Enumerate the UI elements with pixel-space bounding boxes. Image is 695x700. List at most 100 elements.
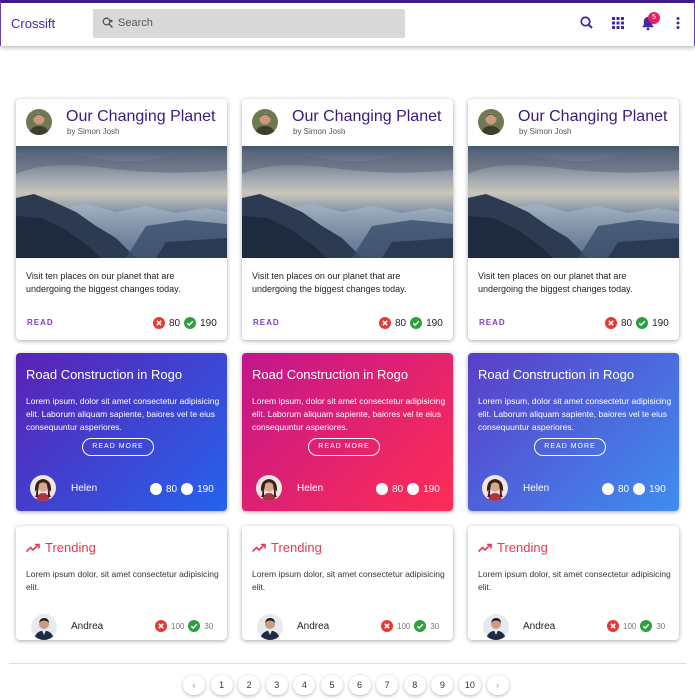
dislike-count: 80: [166, 483, 178, 495]
dislike-icon[interactable]: [153, 317, 165, 329]
search-field[interactable]: Search: [93, 9, 405, 38]
read-button[interactable]: READ: [253, 318, 280, 327]
like-count: 190: [423, 483, 440, 495]
user-avatar[interactable]: [30, 475, 56, 501]
dislike-icon[interactable]: [607, 620, 619, 632]
landscape-image: [16, 146, 227, 258]
like-icon[interactable]: [636, 317, 648, 329]
like-icon[interactable]: [640, 620, 652, 632]
reaction-stats: 80 190: [602, 483, 670, 495]
like-count: 190: [197, 483, 214, 495]
card-author: by Simon Josh: [67, 127, 120, 136]
trending-header: Trending: [478, 540, 548, 555]
next-page-button[interactable]: ›: [486, 675, 509, 695]
user-name: Helen: [297, 483, 324, 494]
author-avatar[interactable]: [252, 109, 278, 135]
user-avatar[interactable]: [483, 614, 509, 640]
like-count: 190: [649, 483, 666, 495]
read-more-button[interactable]: READ MORE: [308, 438, 380, 456]
card-title: Our Changing Planet: [292, 108, 442, 125]
user-name: Andrea: [297, 621, 330, 632]
search-placeholder: Search: [118, 17, 153, 29]
card-title: Road Construction in Rogo: [478, 367, 635, 382]
card-description: Lorem ipsum dolor, sit amet consectetur …: [26, 569, 219, 592]
card-title: Our Changing Planet: [518, 108, 668, 125]
like-icon[interactable]: [184, 317, 196, 329]
trending-label: Trending: [497, 540, 548, 555]
dislike-icon[interactable]: [602, 483, 614, 495]
reaction-stats: 100 30: [155, 620, 217, 632]
page-button-1[interactable]: 1: [210, 675, 233, 695]
user-avatar[interactable]: [31, 614, 57, 640]
pagination: ‹ 1 2 3 4 5 6 7 8 9 10 ›: [183, 675, 514, 695]
page-button-7[interactable]: 7: [376, 675, 399, 695]
card-description: Lorem ipsum, dolor sit amet consectetur …: [252, 396, 446, 432]
user-avatar[interactable]: [257, 614, 283, 640]
notification-count-badge: 5: [648, 12, 660, 24]
dislike-icon[interactable]: [379, 317, 391, 329]
like-icon[interactable]: [407, 483, 419, 495]
landscape-image: [242, 146, 453, 258]
like-icon[interactable]: [633, 483, 645, 495]
reaction-stats: 100 30: [381, 620, 443, 632]
more-vert-icon[interactable]: [669, 14, 687, 32]
dislike-count: 80: [621, 317, 633, 329]
author-avatar[interactable]: [478, 109, 504, 135]
dislike-count: 80: [392, 483, 404, 495]
read-more-button[interactable]: READ MORE: [534, 438, 606, 456]
prev-page-button[interactable]: ‹: [183, 675, 205, 695]
reaction-stats: 80 190: [605, 317, 673, 329]
trending-label: Trending: [271, 540, 322, 555]
dislike-icon[interactable]: [605, 317, 617, 329]
page-button-3[interactable]: 3: [265, 675, 288, 695]
read-button[interactable]: READ: [27, 318, 54, 327]
like-icon[interactable]: [414, 620, 426, 632]
gradient-card: Road Construction in Rogo Lorem ipsum, d…: [468, 353, 679, 511]
photo-card: Our Changing Planet by Simon Josh Visit …: [242, 99, 453, 340]
like-icon[interactable]: [410, 317, 422, 329]
page-button-9[interactable]: 9: [431, 675, 454, 695]
author-avatar[interactable]: [26, 109, 52, 135]
dislike-icon[interactable]: [150, 483, 162, 495]
like-count: 190: [652, 317, 669, 329]
page-button-6[interactable]: 6: [348, 675, 371, 695]
card-description: Visit ten places on our planet that are …: [26, 271, 181, 294]
app-logo[interactable]: Crossift: [11, 16, 55, 31]
card-author: by Simon Josh: [293, 127, 346, 136]
page-button-4[interactable]: 4: [293, 675, 316, 695]
card-title: Our Changing Planet: [66, 108, 216, 125]
page-button-2[interactable]: 2: [238, 675, 261, 695]
app-bar: Crossift Search 5: [0, 0, 695, 46]
reaction-stats: 80 190: [150, 483, 218, 495]
trending-card: Trending Lorem ipsum dolor, sit amet con…: [468, 526, 679, 640]
reaction-stats: 80 190: [379, 317, 447, 329]
dislike-icon[interactable]: [381, 620, 393, 632]
read-more-button[interactable]: READ MORE: [82, 438, 154, 456]
gradient-card: Road Construction in Rogo Lorem ipsum, d…: [16, 353, 227, 511]
like-icon[interactable]: [181, 483, 193, 495]
dislike-icon[interactable]: [155, 620, 167, 632]
search-icon[interactable]: [578, 14, 596, 32]
dislike-icon[interactable]: [376, 483, 388, 495]
dislike-count: 100: [623, 621, 637, 631]
trending-up-icon: [478, 543, 492, 552]
page-button-5[interactable]: 5: [320, 675, 343, 695]
dislike-count: 100: [397, 621, 411, 631]
card-description: Visit ten places on our planet that are …: [252, 271, 407, 294]
read-button[interactable]: READ: [479, 318, 506, 327]
apps-grid-icon[interactable]: [609, 14, 627, 32]
card-title: Road Construction in Rogo: [26, 367, 183, 382]
user-avatar[interactable]: [482, 475, 508, 501]
dislike-count: 80: [395, 317, 407, 329]
page-button-8[interactable]: 8: [403, 675, 426, 695]
trending-label: Trending: [45, 540, 96, 555]
like-count: 30: [430, 621, 440, 631]
like-icon[interactable]: [188, 620, 200, 632]
card-description: Lorem ipsum, dolor sit amet consectetur …: [26, 396, 220, 432]
gradient-card: Road Construction in Rogo Lorem ipsum, d…: [242, 353, 453, 511]
like-count: 190: [426, 317, 443, 329]
page-button-10[interactable]: 10: [458, 675, 481, 695]
like-count: 30: [204, 621, 214, 631]
user-avatar[interactable]: [256, 475, 282, 501]
trending-up-icon: [252, 543, 266, 552]
